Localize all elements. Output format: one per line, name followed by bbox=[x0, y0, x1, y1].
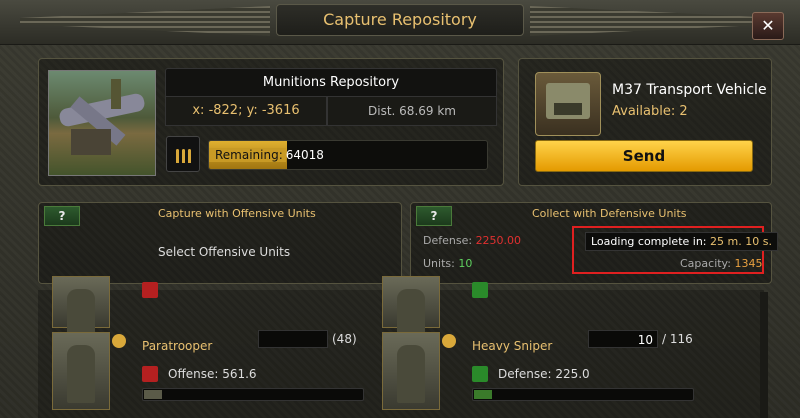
window-title: Capture Repository bbox=[276, 4, 524, 36]
send-button[interactable]: Send bbox=[535, 140, 753, 172]
offense-icon bbox=[142, 282, 158, 298]
heavy-sniper-max: / 116 bbox=[662, 332, 693, 346]
capacity-label: Capacity: bbox=[680, 257, 731, 270]
paratrooper-quantity-input[interactable] bbox=[258, 330, 328, 348]
ammo-icon bbox=[166, 136, 200, 172]
defense-value: 2250.00 bbox=[475, 234, 522, 247]
offensive-help-button[interactable]: ? bbox=[44, 206, 80, 226]
defensive-title: Collect with Defensive Units bbox=[532, 207, 687, 220]
heavy-sniper-quantity-input[interactable]: 10 bbox=[588, 330, 658, 348]
unit-card-partial-offense[interactable] bbox=[52, 276, 110, 347]
capacity-stat: Capacity: 1345 bbox=[680, 257, 762, 270]
vehicle-name: M37 Transport Vehicle bbox=[612, 82, 767, 98]
unit-card-partial-defense[interactable] bbox=[382, 276, 440, 347]
title-wing-left bbox=[20, 6, 270, 36]
title-wing-right bbox=[530, 6, 780, 36]
select-offensive-units[interactable]: Select Offensive Units bbox=[158, 245, 290, 259]
paratrooper-portrait[interactable] bbox=[52, 332, 110, 410]
defense-label: Defense: bbox=[423, 234, 473, 247]
title-bar: Capture Repository ✕ bbox=[0, 0, 800, 45]
remaining-bar: Remaining: 64018 bbox=[208, 140, 488, 170]
paratrooper-max: (48) bbox=[332, 332, 357, 346]
loading-label: Loading complete in: bbox=[591, 235, 707, 248]
units-label: Units: bbox=[423, 257, 455, 270]
remaining-label: Remaining: bbox=[209, 148, 286, 162]
paratrooper-offense: Offense: 561.6 bbox=[168, 367, 257, 381]
target-distance: Dist. 68.69 km bbox=[327, 96, 497, 126]
capacity-value: 1345 bbox=[734, 257, 763, 270]
paratrooper-name: Paratrooper bbox=[142, 339, 213, 353]
units-value: 10 bbox=[458, 257, 473, 270]
heavy-sniper-name: Heavy Sniper bbox=[472, 339, 553, 353]
defense-icon bbox=[472, 366, 488, 382]
heavy-sniper-slider[interactable] bbox=[472, 388, 694, 401]
vehicle-available: Available: 2 bbox=[612, 104, 688, 119]
defense-icon bbox=[472, 282, 488, 298]
truck-icon bbox=[535, 72, 601, 136]
close-button[interactable]: ✕ bbox=[752, 12, 784, 40]
target-name: Munitions Repository bbox=[165, 68, 497, 98]
heavy-sniper-defense: Defense: 225.0 bbox=[498, 367, 590, 381]
repository-thumbnail bbox=[48, 70, 156, 176]
paratrooper-slider[interactable] bbox=[142, 388, 364, 401]
defensive-help-button[interactable]: ? bbox=[416, 206, 452, 226]
target-coordinates[interactable]: x: -822; y: -3616 bbox=[165, 96, 327, 126]
remaining-value: 64018 bbox=[285, 148, 324, 162]
offense-icon bbox=[142, 366, 158, 382]
rank-badge-icon bbox=[442, 334, 456, 348]
units-stat: Units: 10 bbox=[423, 257, 472, 270]
unit-list-scrollbar[interactable] bbox=[760, 292, 768, 418]
offensive-title: Capture with Offensive Units bbox=[158, 207, 316, 220]
loading-value: 25 m. 10 s. bbox=[710, 235, 772, 248]
rank-badge-icon bbox=[112, 334, 126, 348]
defense-stat: Defense: 2250.00 bbox=[423, 234, 521, 247]
heavy-sniper-portrait[interactable] bbox=[382, 332, 440, 410]
loading-time: Loading complete in: 25 m. 10 s. bbox=[585, 232, 778, 251]
